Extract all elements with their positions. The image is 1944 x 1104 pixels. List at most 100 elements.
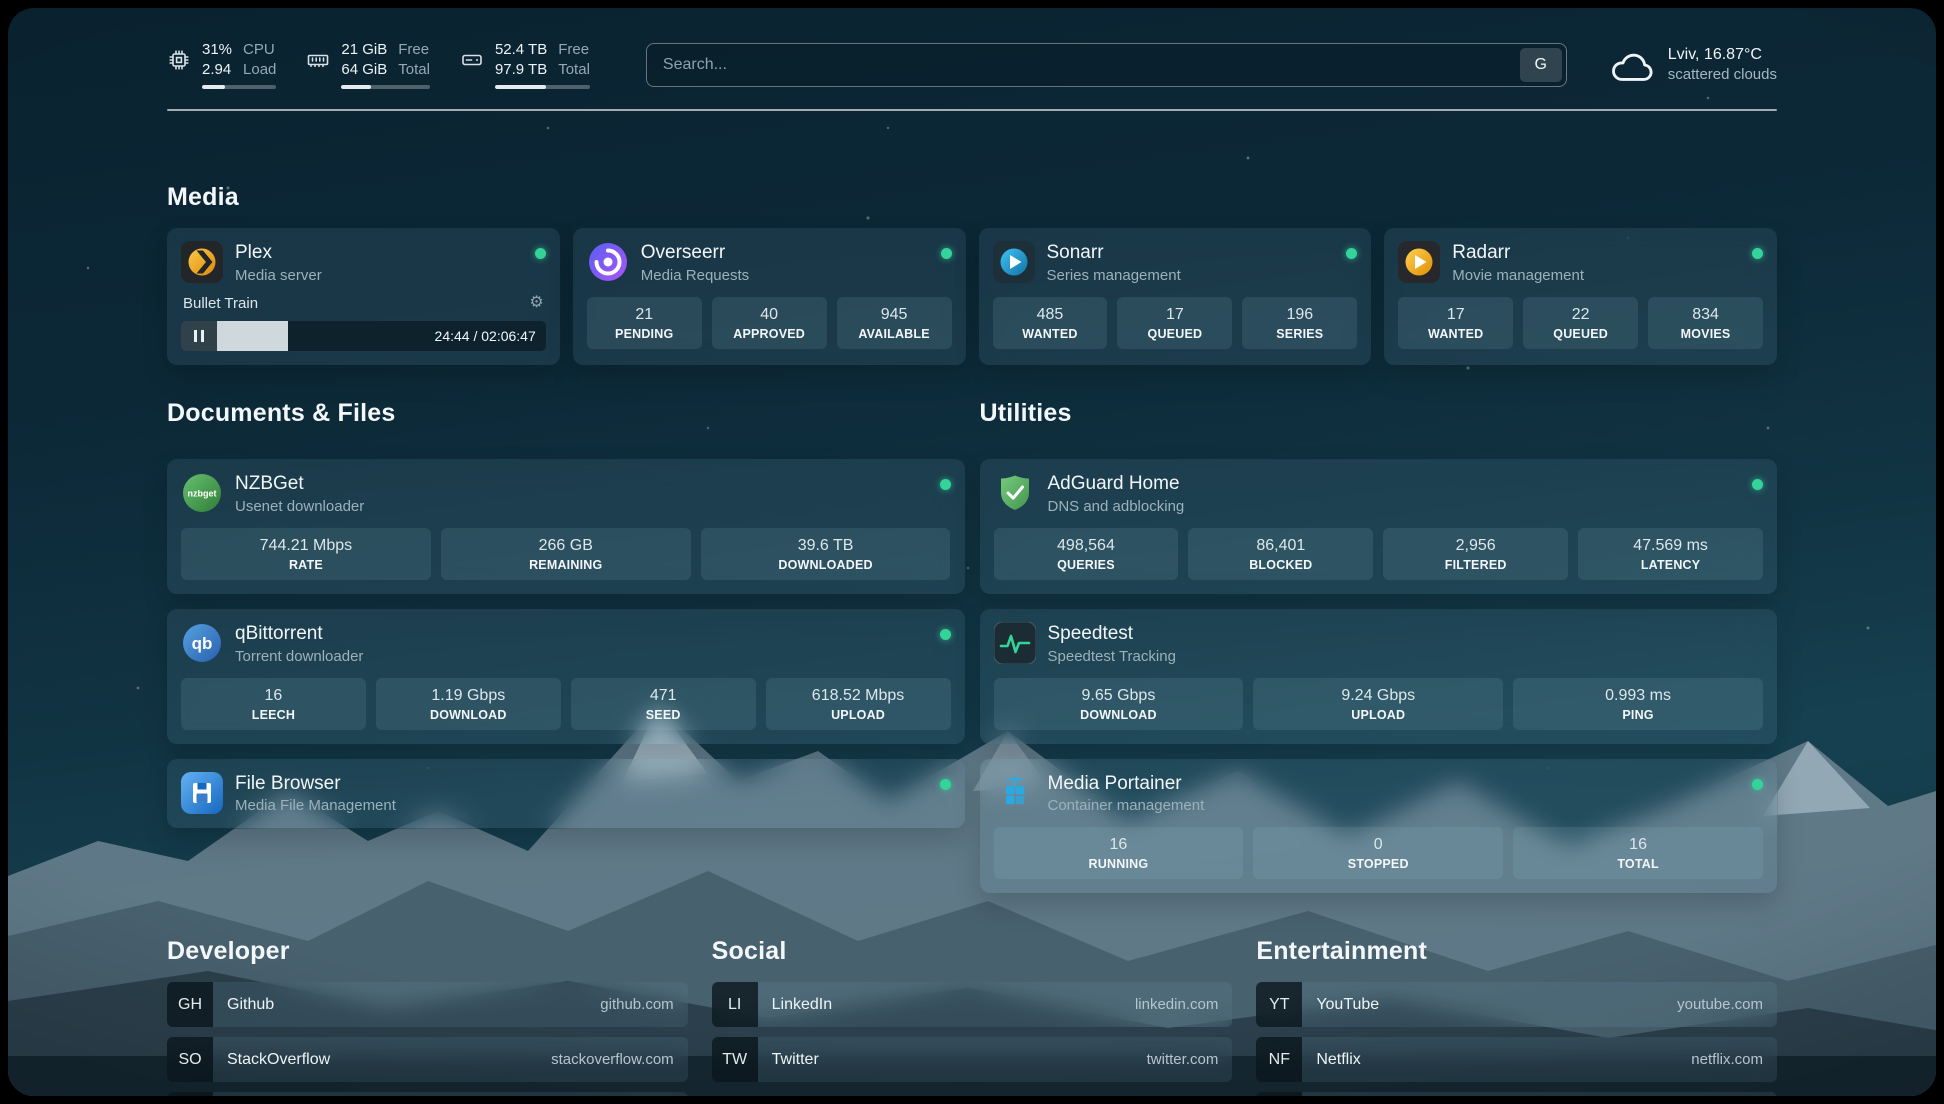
- cpu-progress-fill: [202, 85, 225, 89]
- bookmark-reddit[interactable]: RE Reddit reddit.com: [1256, 1092, 1777, 1096]
- stat-download: 9.65 Gbps DOWNLOAD: [994, 678, 1244, 730]
- service-desc: Torrent downloader: [235, 648, 363, 665]
- search-input[interactable]: [647, 44, 1516, 86]
- media-section: Media Plex Media server: [167, 183, 1777, 365]
- service-name: Radarr: [1452, 242, 1584, 264]
- bookmark-name: LinkedIn: [772, 996, 833, 1014]
- developer-section: Developer GH Github github.com SO StackO…: [167, 937, 688, 1096]
- service-name: Overseerr: [641, 242, 749, 264]
- search-bar: G: [646, 43, 1567, 87]
- disk-free-value: 52.4 TB: [495, 40, 547, 60]
- status-dot: [940, 779, 951, 790]
- bookmark-abbr: RE: [1256, 1092, 1302, 1096]
- service-card-sonarr[interactable]: Sonarr Series management 485 WANTED 17 Q…: [979, 228, 1372, 365]
- stat-latency: 47.569 ms LATENCY: [1578, 528, 1763, 580]
- utilities-section: Utilities AdGuard Home DNS and adblockin…: [980, 399, 1778, 894]
- disk-widget: 52.4 TB 97.9 TB Free Total: [460, 40, 590, 89]
- bookmark-youtube[interactable]: YT YouTube youtube.com: [1256, 982, 1777, 1027]
- bookmark-abbr: DT: [167, 1092, 213, 1096]
- cloud-icon: [1609, 45, 1655, 85]
- status-dot: [940, 629, 951, 640]
- service-card-radarr[interactable]: Radarr Movie management 17 WANTED 22 QUE…: [1384, 228, 1777, 365]
- service-name: NZBGet: [235, 473, 364, 495]
- playback-time: 24:44 / 02:06:47: [435, 321, 536, 351]
- status-dot: [941, 248, 952, 259]
- memory-free-value: 21 GiB: [341, 40, 387, 60]
- stat-approved: 40 APPROVED: [712, 297, 827, 349]
- service-card-filebrowser[interactable]: File Browser Media File Management: [167, 759, 965, 829]
- service-card-speedtest[interactable]: Speedtest Speedtest Tracking 9.65 Gbps D…: [980, 609, 1778, 744]
- cpu-icon: [167, 48, 191, 72]
- pause-button[interactable]: [181, 321, 217, 351]
- stat-queued: 17 QUEUED: [1117, 297, 1232, 349]
- stat-rate: 744.21 Mbps RATE: [181, 528, 431, 580]
- bookmark-stackoverflow[interactable]: SO StackOverflow stackoverflow.com: [167, 1037, 688, 1082]
- bookmark-name: Github: [227, 996, 274, 1014]
- bookmark-name: Twitter: [772, 1051, 819, 1069]
- bookmark-dev[interactable]: DT DEV dev.to: [167, 1092, 688, 1096]
- service-card-adguard[interactable]: AdGuard Home DNS and adblocking 498,564 …: [980, 459, 1778, 594]
- memory-progress-bar: [341, 85, 430, 89]
- stat-movies: 834 MOVIES: [1648, 297, 1763, 349]
- portainer-icon: [994, 772, 1036, 814]
- bookmark-linkedin[interactable]: LI LinkedIn linkedin.com: [712, 982, 1233, 1027]
- speedtest-icon: [994, 622, 1036, 664]
- cpu-usage-value: 31%: [202, 40, 232, 60]
- disk-progress-bar: [495, 85, 590, 89]
- memory-icon: [306, 48, 330, 72]
- stat-ping: 0.993 ms PING: [1513, 678, 1763, 730]
- service-desc: Series management: [1047, 267, 1181, 284]
- developer-section-title: Developer: [167, 937, 688, 966]
- bookmark-url: youtube.com: [1677, 996, 1763, 1013]
- bookmark-netflix[interactable]: NF Netflix netflix.com: [1256, 1037, 1777, 1082]
- cpu-label: CPU: [243, 40, 276, 60]
- bookmark-abbr: SO: [167, 1037, 213, 1082]
- service-card-overseerr[interactable]: Overseerr Media Requests 21 PENDING 40 A…: [573, 228, 966, 365]
- cpu-load-label: Load: [243, 60, 276, 80]
- cpu-load-value: 2.94: [202, 60, 232, 80]
- stat-leech: 16 LEECH: [181, 678, 366, 730]
- plex-player-bar: 24:44 / 02:06:47: [181, 321, 546, 351]
- service-desc: DNS and adblocking: [1048, 498, 1185, 515]
- stat-running: 16 RUNNING: [994, 827, 1244, 879]
- filebrowser-icon: [181, 772, 223, 814]
- bookmark-url: netflix.com: [1691, 1051, 1763, 1068]
- service-desc: Speedtest Tracking: [1048, 648, 1176, 665]
- svg-text:qb: qb: [192, 634, 213, 653]
- weather-widget[interactable]: Lviv, 16.87°C scattered clouds: [1609, 45, 1777, 85]
- bookmark-url: stackoverflow.com: [551, 1051, 674, 1068]
- documents-section: Documents & Files nzbget NZBGet Usenet d…: [167, 399, 965, 829]
- pause-icon: [194, 330, 204, 342]
- disk-total-label: Total: [558, 60, 590, 80]
- stat-filtered: 2,956 FILTERED: [1383, 528, 1568, 580]
- stat-queued: 22 QUEUED: [1523, 297, 1638, 349]
- service-card-qbittorrent[interactable]: qb qBittorrent Torrent downloader 16 LEE…: [167, 609, 965, 744]
- bookmark-github[interactable]: GH Github github.com: [167, 982, 688, 1027]
- stat-wanted: 17 WANTED: [1398, 297, 1513, 349]
- qbittorrent-icon: qb: [181, 622, 223, 664]
- service-desc: Usenet downloader: [235, 498, 364, 515]
- stat-downloaded: 39.6 TB DOWNLOADED: [701, 528, 951, 580]
- header-divider: [167, 109, 1777, 111]
- bookmark-twitter[interactable]: TW Twitter twitter.com: [712, 1037, 1233, 1082]
- cpu-widget: 31% 2.94 CPU Load: [167, 40, 276, 89]
- status-dot: [535, 248, 546, 259]
- service-card-nzbget[interactable]: nzbget NZBGet Usenet downloader 744.21 M…: [167, 459, 965, 594]
- stat-download: 1.19 Gbps DOWNLOAD: [376, 678, 561, 730]
- social-section: Social LI LinkedIn linkedin.com TW Twitt…: [712, 937, 1233, 1096]
- gear-icon[interactable]: ⚙: [529, 295, 543, 311]
- memory-widget: 21 GiB 64 GiB Free Total: [306, 40, 430, 89]
- service-desc: Media File Management: [235, 797, 396, 814]
- service-card-portainer[interactable]: Media Portainer Container management 16 …: [980, 759, 1778, 894]
- service-name: Plex: [235, 242, 322, 264]
- social-section-title: Social: [712, 937, 1233, 966]
- status-dot: [1346, 248, 1357, 259]
- service-name: Media Portainer: [1048, 773, 1205, 795]
- bookmark-name: StackOverflow: [227, 1051, 330, 1069]
- entertainment-section: Entertainment YT YouTube youtube.com NF …: [1256, 937, 1777, 1096]
- service-card-plex[interactable]: Plex Media server Bullet Train ⚙ 24:44 /…: [167, 228, 560, 365]
- stat-remaining: 266 GB REMAINING: [441, 528, 691, 580]
- service-name: qBittorrent: [235, 623, 363, 645]
- search-provider-button[interactable]: G: [1520, 48, 1562, 82]
- resource-widgets: 31% 2.94 CPU Load: [167, 40, 590, 89]
